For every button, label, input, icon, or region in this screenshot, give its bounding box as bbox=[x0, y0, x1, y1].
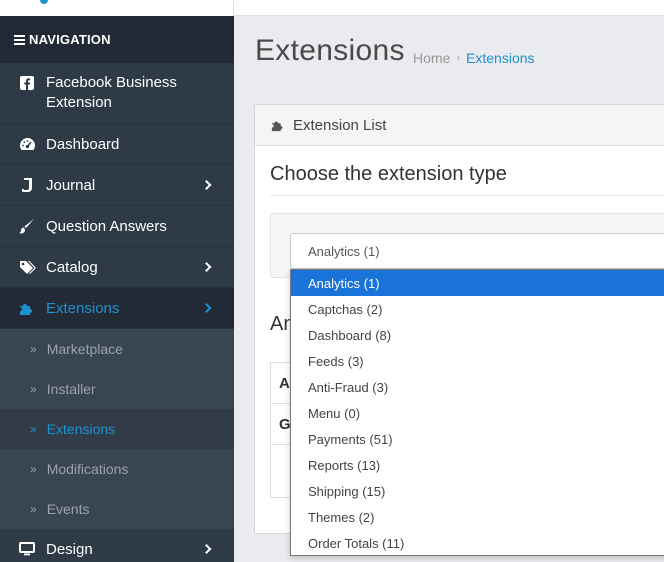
double-chevron-icon: » bbox=[30, 422, 37, 436]
dropdown-option-anti-fraud[interactable]: Anti-Fraud (3) bbox=[291, 374, 664, 400]
double-chevron-icon: » bbox=[30, 342, 37, 356]
sidebar-item-label: Dashboard bbox=[46, 135, 120, 153]
monitor-icon bbox=[18, 540, 36, 558]
dropdown-option-shipping[interactable]: Shipping (15) bbox=[291, 478, 664, 504]
sidebar-item-catalog[interactable]: Catalog bbox=[0, 247, 234, 288]
sidebar-item-design[interactable]: Design bbox=[0, 529, 234, 562]
facebook-square-icon bbox=[18, 74, 36, 92]
page-title: Extensions bbox=[255, 34, 405, 67]
dropdown-option-captchas[interactable]: Captchas (2) bbox=[291, 296, 664, 322]
sidebar-subitem-events[interactable]: » Events bbox=[0, 489, 234, 529]
sidebar-item-label: Facebook Business Extension bbox=[46, 74, 177, 111]
chevron-right-icon bbox=[201, 544, 212, 554]
double-chevron-icon: » bbox=[30, 502, 37, 516]
sidebar-item-journal[interactable]: Journal bbox=[0, 165, 234, 206]
brush-icon bbox=[18, 217, 36, 235]
dashboard-icon bbox=[18, 135, 36, 153]
sidebar-subitem-marketplace[interactable]: » Marketplace bbox=[0, 329, 234, 369]
journal-icon bbox=[18, 176, 36, 194]
nav-header-label: NAVIGATION bbox=[29, 32, 111, 47]
sidebar-subitem-modifications[interactable]: » Modifications bbox=[0, 449, 234, 489]
chevron-right-icon bbox=[201, 262, 212, 272]
bars-icon bbox=[14, 33, 25, 47]
double-chevron-icon: » bbox=[30, 382, 37, 396]
sidebar-subitem-label: Extensions bbox=[46, 421, 116, 437]
choose-extension-type-heading: Choose the extension type bbox=[270, 163, 507, 185]
header-logo-area bbox=[0, 0, 234, 16]
sidebar-subitem-extensions[interactable]: » Extensions bbox=[0, 409, 234, 449]
tags-icon bbox=[18, 258, 36, 276]
dropdown-option-reports[interactable]: Reports (13) bbox=[291, 452, 664, 478]
chevron-right-icon bbox=[201, 180, 212, 190]
sidebar-item-label: Extensions bbox=[46, 299, 120, 317]
dropdown-option-feeds[interactable]: Feeds (3) bbox=[291, 348, 664, 374]
puzzle-icon bbox=[271, 118, 285, 132]
sidebar-item-label: Design bbox=[46, 540, 93, 558]
puzzle-icon bbox=[18, 299, 36, 317]
nav-header: NAVIGATION bbox=[0, 16, 234, 63]
sidebar-item-extensions[interactable]: Extensions bbox=[0, 288, 234, 329]
sidebar: NAVIGATION Facebook Business Extension D… bbox=[0, 16, 234, 562]
double-chevron-icon: » bbox=[30, 462, 37, 476]
sidebar-subitem-label: Marketplace bbox=[46, 341, 123, 357]
breadcrumb: Home › Extensions bbox=[413, 50, 535, 66]
dropdown-option-analytics[interactable]: Analytics (1) bbox=[291, 270, 664, 296]
sidebar-subitem-installer[interactable]: » Installer bbox=[0, 369, 234, 409]
divider bbox=[270, 195, 664, 196]
breadcrumb-current-link[interactable]: Extensions bbox=[466, 50, 534, 66]
dropdown-option-themes[interactable]: Themes (2) bbox=[291, 504, 664, 530]
dropdown-option-dashboard[interactable]: Dashboard (8) bbox=[291, 322, 664, 348]
sidebar-subitem-label: Events bbox=[46, 501, 90, 517]
sidebar-item-facebook-business-extension[interactable]: Facebook Business Extension bbox=[0, 63, 234, 124]
dropdown-option-payments[interactable]: Payments (51) bbox=[291, 426, 664, 452]
sidebar-item-question-answers[interactable]: Question Answers bbox=[0, 206, 234, 247]
breadcrumb-home-link[interactable]: Home bbox=[413, 50, 450, 66]
dropdown-option-menu[interactable]: Menu (0) bbox=[291, 400, 664, 426]
sidebar-subitem-label: Installer bbox=[46, 381, 96, 397]
breadcrumb-separator: › bbox=[456, 52, 461, 64]
header-bar bbox=[234, 0, 664, 16]
sidebar-item-label: Catalog bbox=[46, 258, 98, 276]
dropdown-option-order-totals[interactable]: Order Totals (11) bbox=[291, 530, 664, 556]
extension-type-select[interactable]: Analytics (1) bbox=[290, 233, 664, 269]
panel-heading: Extension List bbox=[255, 105, 664, 146]
sidebar-subitem-label: Modifications bbox=[46, 461, 129, 477]
sidebar-item-label: Question Answers bbox=[46, 217, 167, 235]
extension-type-dropdown[interactable]: Analytics (1) Captchas (2) Dashboard (8)… bbox=[290, 269, 664, 556]
chevron-right-icon bbox=[201, 303, 212, 313]
panel-heading-label: Extension List bbox=[293, 116, 387, 134]
sidebar-item-label: Journal bbox=[46, 176, 96, 194]
logo-fragment bbox=[40, 0, 48, 4]
sidebar-item-dashboard[interactable]: Dashboard bbox=[0, 124, 234, 165]
select-current-value: Analytics (1) bbox=[308, 243, 380, 259]
